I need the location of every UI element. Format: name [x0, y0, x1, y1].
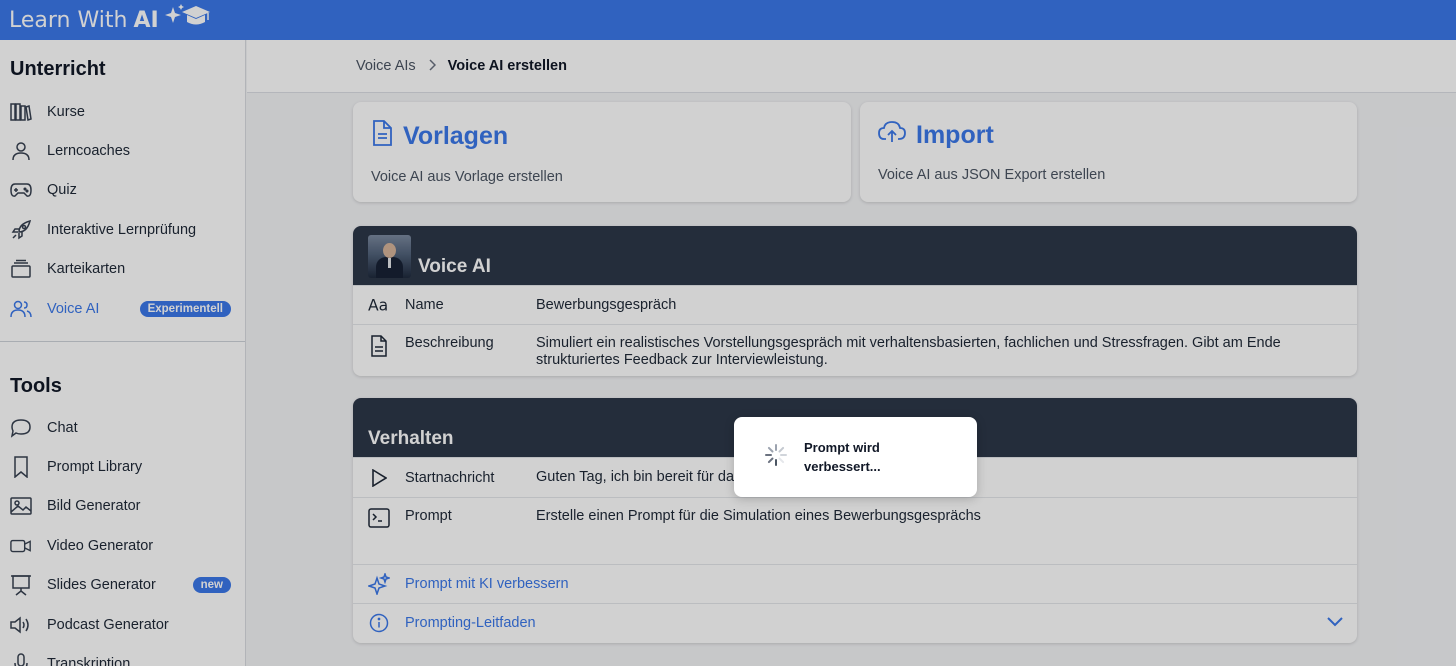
spinner-icon: [764, 443, 788, 472]
loading-toast: Prompt wird verbessert...: [734, 417, 977, 497]
loading-toast-text: Prompt wird verbessert...: [804, 440, 881, 474]
modal-overlay: [0, 0, 1456, 666]
